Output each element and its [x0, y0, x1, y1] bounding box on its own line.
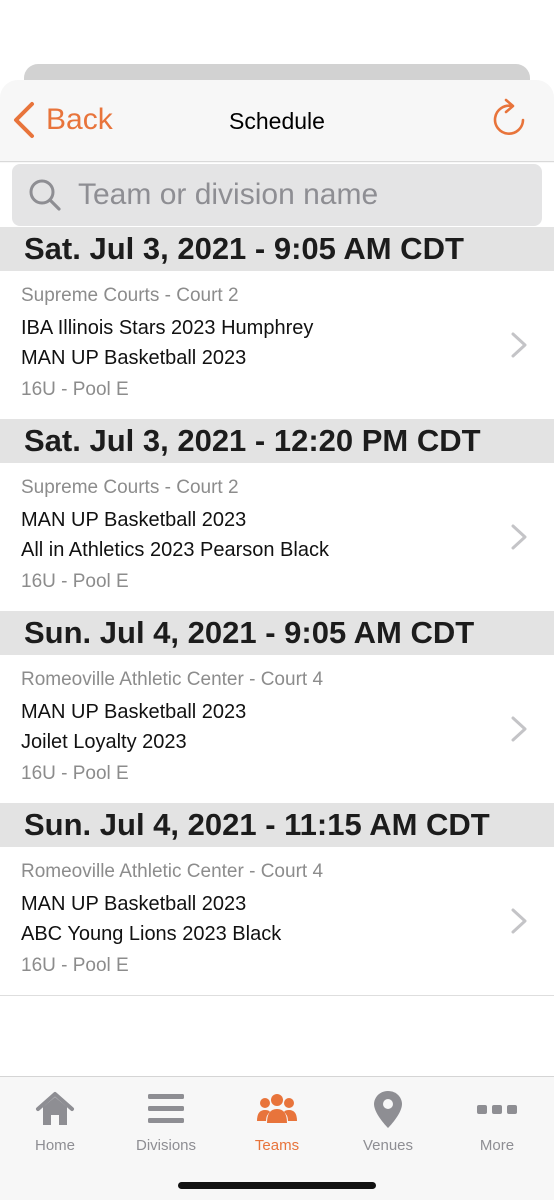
game-venue: Supreme Courts - Court 2	[21, 477, 239, 498]
nav-header: Back Schedule	[0, 80, 554, 162]
home-icon	[36, 1092, 74, 1125]
game-row[interactable]: Supreme Courts - Court 2 MAN UP Basketba…	[0, 463, 554, 611]
tab-label: More	[479, 1137, 515, 1154]
game-team-1: MAN UP Basketball 2023	[21, 893, 247, 915]
chevron-right-icon	[511, 908, 527, 934]
search-field[interactable]	[12, 164, 542, 226]
game-team-1: MAN UP Basketball 2023	[21, 701, 247, 723]
game-team-2: ABC Young Lions 2023 Black	[21, 923, 282, 945]
tab-more[interactable]: More	[442, 1089, 552, 1154]
date-header: Sat. Jul 3, 2021 - 12:20 PM CDT	[0, 419, 554, 463]
game-team-2: MAN UP Basketball 2023	[21, 347, 247, 369]
refresh-icon[interactable]	[490, 96, 530, 140]
list-icon	[148, 1094, 184, 1123]
chevron-right-icon	[511, 332, 527, 358]
game-venue: Romeoville Athletic Center - Court 4	[21, 669, 324, 690]
home-indicator	[178, 1182, 376, 1189]
more-icon	[477, 1105, 517, 1114]
tab-label: Home	[34, 1137, 75, 1154]
chevron-right-icon	[511, 524, 527, 550]
page-title: Schedule	[229, 108, 325, 134]
schedule-sheet: Back Schedule Sat. Jul 3, 2021 - 9:05 AM…	[0, 80, 554, 1200]
tab-label: Teams	[254, 1137, 300, 1154]
game-row[interactable]: Romeoville Athletic Center - Court 4 MAN…	[0, 655, 554, 803]
team-icon	[257, 1094, 297, 1123]
search-input[interactable]	[78, 178, 518, 212]
tab-teams[interactable]: Teams	[222, 1089, 332, 1154]
game-row[interactable]: Romeoville Athletic Center - Court 4 MAN…	[0, 847, 554, 996]
tab-venues[interactable]: Venues	[333, 1089, 443, 1154]
date-header: Sun. Jul 4, 2021 - 11:15 AM CDT	[0, 803, 554, 847]
map-pin-icon	[374, 1091, 402, 1128]
game-team-2: All in Athletics 2023 Pearson Black	[21, 539, 329, 561]
tab-label: Venues	[362, 1137, 414, 1154]
game-row[interactable]: Supreme Courts - Court 2 IBA Illinois St…	[0, 271, 554, 419]
game-venue: Romeoville Athletic Center - Court 4	[21, 861, 324, 882]
game-venue: Supreme Courts - Court 2	[21, 285, 239, 306]
tab-label: Divisions	[135, 1137, 196, 1154]
game-team-2: Joilet Loyalty 2023	[21, 731, 187, 753]
tab-home[interactable]: Home	[0, 1089, 110, 1154]
game-division: 16U - Pool E	[21, 379, 129, 400]
game-division: 16U - Pool E	[21, 571, 129, 592]
date-header: Sat. Jul 3, 2021 - 9:05 AM CDT	[0, 227, 554, 271]
chevron-right-icon	[511, 716, 527, 742]
game-team-1: IBA Illinois Stars 2023 Humphrey	[21, 317, 314, 339]
search-bar	[0, 163, 554, 227]
schedule-list: Sat. Jul 3, 2021 - 9:05 AM CDT Supreme C…	[0, 227, 554, 1077]
game-division: 16U - Pool E	[21, 955, 129, 976]
tab-divisions[interactable]: Divisions	[111, 1089, 221, 1154]
search-icon	[29, 179, 61, 211]
date-header: Sun. Jul 4, 2021 - 9:05 AM CDT	[0, 611, 554, 655]
game-division: 16U - Pool E	[21, 763, 129, 784]
game-team-1: MAN UP Basketball 2023	[21, 509, 247, 531]
